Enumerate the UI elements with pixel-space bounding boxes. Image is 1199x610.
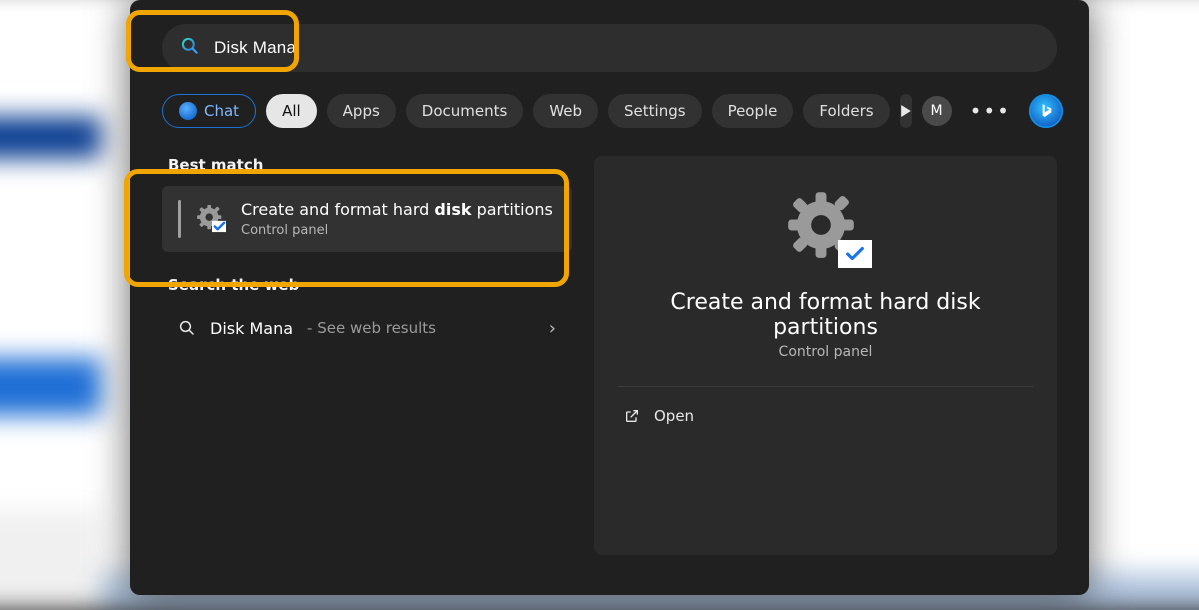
search-input[interactable] xyxy=(214,38,1039,58)
search-web-result[interactable]: Disk Mana - See web results › xyxy=(162,306,572,351)
divider xyxy=(618,386,1033,387)
selection-indicator xyxy=(178,200,181,238)
tab-apps[interactable]: Apps xyxy=(327,94,396,128)
bing-icon xyxy=(1038,103,1054,119)
detail-panel: Create and format hard disk partitions C… xyxy=(594,156,1057,555)
results-left-column: Best match xyxy=(162,156,572,555)
title-post: partitions xyxy=(472,200,553,219)
action-open-label: Open xyxy=(654,407,694,425)
search-icon xyxy=(178,319,196,337)
tab-people[interactable]: People xyxy=(712,94,794,128)
best-match-text: Create and format hard disk partitions C… xyxy=(241,200,553,238)
chevron-right-icon: › xyxy=(549,318,556,339)
tab-overflow-next[interactable] xyxy=(900,94,912,128)
tab-web[interactable]: Web xyxy=(533,94,598,128)
chevron-right-icon xyxy=(900,105,912,117)
bing-chat-icon xyxy=(179,102,197,120)
more-options-button[interactable]: ••• xyxy=(970,101,1011,121)
web-result-hint: - See web results xyxy=(307,319,436,337)
action-open[interactable]: Open xyxy=(618,395,1033,437)
tab-documents[interactable]: Documents xyxy=(406,94,524,128)
tab-people-label: People xyxy=(728,102,778,120)
open-external-icon xyxy=(624,408,640,424)
tab-chat[interactable]: Chat xyxy=(162,94,256,128)
tab-documents-label: Documents xyxy=(422,102,508,120)
tab-all[interactable]: All xyxy=(266,94,317,128)
filter-tabs-row: Chat All Apps Documents Web Settings Peo… xyxy=(162,94,1057,128)
bing-button[interactable] xyxy=(1029,94,1063,128)
web-result-query: Disk Mana xyxy=(210,319,293,338)
best-match-result[interactable]: Create and format hard disk partitions C… xyxy=(162,186,572,252)
tab-apps-label: Apps xyxy=(343,102,380,120)
search-web-heading: Search the web xyxy=(162,276,572,294)
checkmark-badge xyxy=(838,240,872,268)
avatar[interactable]: M xyxy=(922,96,952,126)
header-right-cluster: M ••• xyxy=(922,94,1063,128)
tab-folders-label: Folders xyxy=(819,102,873,120)
results-body: Best match xyxy=(162,156,1057,555)
gear-icon xyxy=(197,205,227,233)
tab-web-label: Web xyxy=(549,102,582,120)
windows-search-panel: Chat All Apps Documents Web Settings Peo… xyxy=(130,0,1089,595)
search-icon xyxy=(180,36,200,60)
avatar-initial: M xyxy=(931,103,943,119)
search-web-section: Search the web Disk Mana - See web resul… xyxy=(162,276,572,351)
best-match-heading: Best match xyxy=(162,156,572,174)
search-input-row[interactable] xyxy=(162,24,1057,72)
tab-all-label: All xyxy=(282,102,301,120)
tab-settings-label: Settings xyxy=(624,102,686,120)
title-pre: Create and format hard xyxy=(241,200,434,219)
best-match-subtitle: Control panel xyxy=(241,223,553,238)
title-bold: disk xyxy=(434,200,471,219)
detail-title: Create and format hard disk partitions xyxy=(618,290,1033,340)
ellipsis-icon: ••• xyxy=(970,99,1011,123)
best-match-title: Create and format hard disk partitions xyxy=(241,200,553,221)
tab-folders[interactable]: Folders xyxy=(803,94,889,128)
detail-subtitle: Control panel xyxy=(618,344,1033,360)
tab-chat-label: Chat xyxy=(204,102,239,120)
tab-settings[interactable]: Settings xyxy=(608,94,702,128)
detail-app-icon xyxy=(786,190,866,270)
